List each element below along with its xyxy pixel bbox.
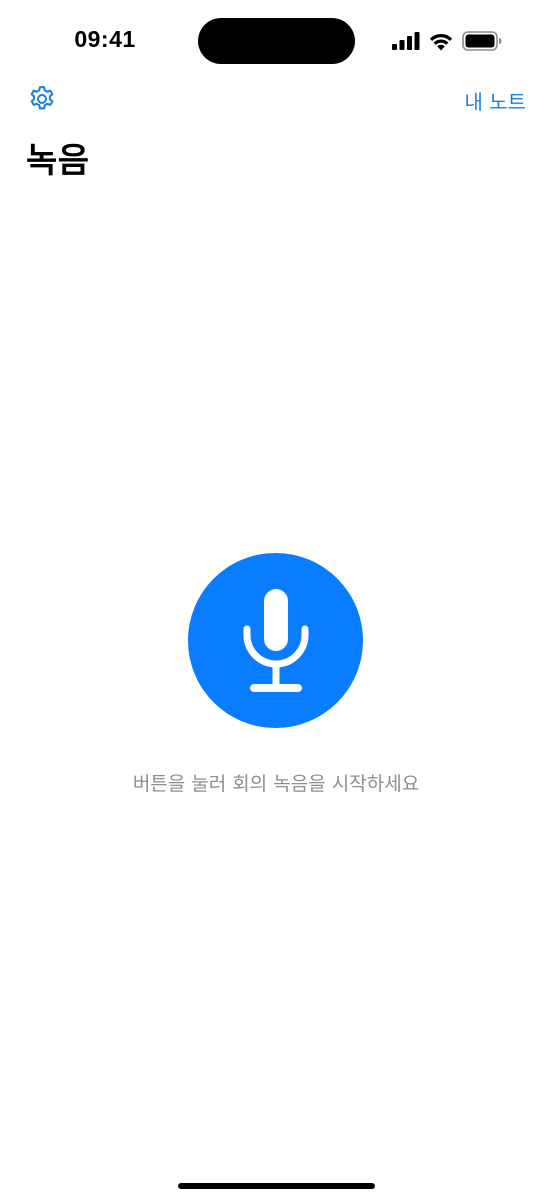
- battery-icon: [462, 31, 502, 51]
- nav-bar: 내 노트: [0, 82, 552, 118]
- gear-icon: [30, 86, 54, 110]
- settings-button[interactable]: [26, 83, 58, 115]
- status-bar: 09:41: [0, 0, 552, 80]
- status-time: 09:41: [74, 26, 136, 52]
- my-notes-link[interactable]: 내 노트: [464, 86, 526, 115]
- microphone-icon: [243, 588, 308, 692]
- record-button[interactable]: [188, 553, 363, 728]
- page-title: 녹음: [26, 141, 90, 181]
- status-icons: [392, 30, 502, 52]
- wifi-icon: [429, 33, 453, 50]
- home-indicator[interactable]: [178, 1183, 375, 1189]
- dynamic-island: [198, 18, 355, 64]
- cellular-signal-icon: [392, 32, 420, 50]
- record-hint: 버튼을 눌러 회의 녹음을 시작하세요: [132, 773, 420, 795]
